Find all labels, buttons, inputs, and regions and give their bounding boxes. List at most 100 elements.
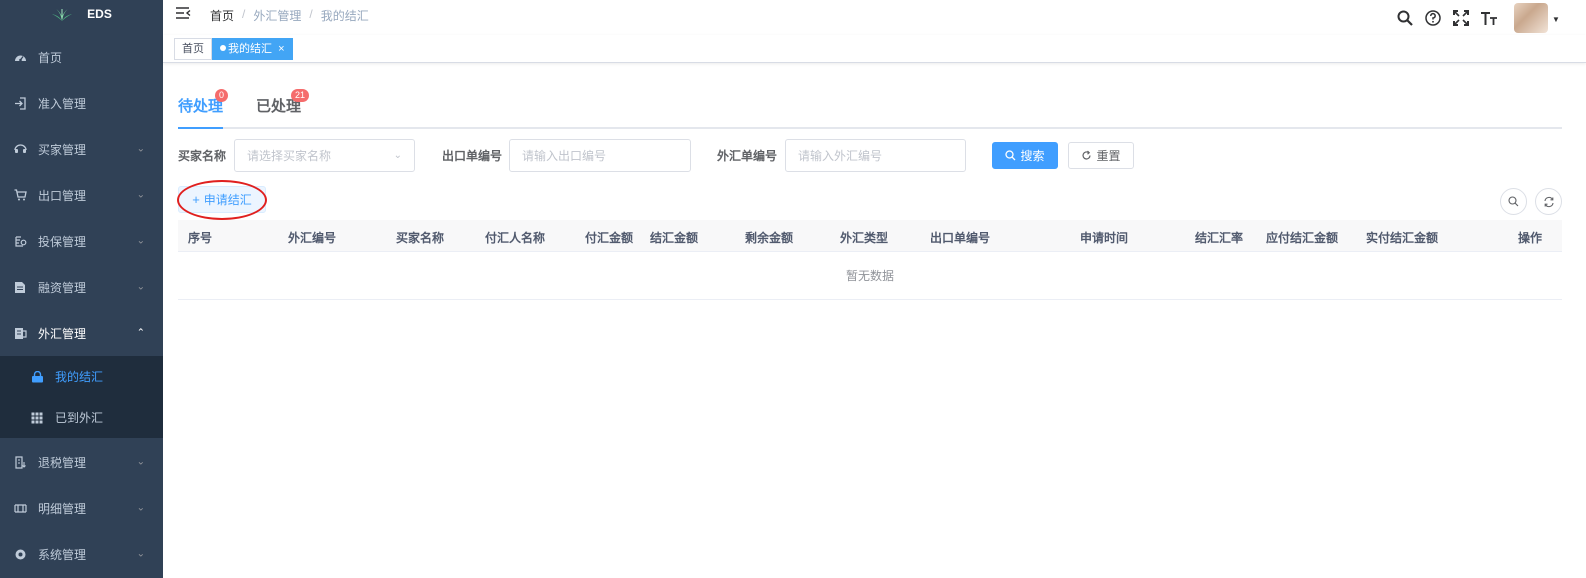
column-header: 结汇金额: [650, 231, 699, 245]
reset-button[interactable]: 重置: [1068, 142, 1134, 169]
export-no-input[interactable]: 请输入出口编号: [509, 139, 691, 172]
apply-settlement-button[interactable]: + 申请结汇: [178, 186, 266, 213]
breadcrumb-item-current: 我的结汇: [320, 9, 369, 23]
sidebar-item-label: 买家管理: [38, 142, 87, 157]
sidebar-subitem-my-settlement[interactable]: 我的结汇: [0, 356, 163, 397]
sidebar-item-access[interactable]: 准入管理: [0, 80, 163, 126]
lock-icon: [30, 370, 44, 384]
chevron-up-icon: ⌃: [136, 327, 145, 339]
sidebar-item-label: 融资管理: [38, 280, 87, 295]
column-header: 出口单编号: [930, 231, 991, 245]
detail-icon: [13, 501, 27, 515]
table-header: 序号 外汇编号 买家名称 付汇人名称 付汇金额 结汇金额 剩余金额 外汇类型 出…: [178, 220, 1562, 252]
count-badge: 21: [291, 89, 310, 102]
toggle-search-button[interactable]: [1500, 188, 1527, 215]
search-icon: [1005, 150, 1016, 161]
data-table: 序号 外汇编号 买家名称 付汇人名称 付汇金额 结汇金额 剩余金额 外汇类型 出…: [178, 220, 1562, 300]
sidebar-subitem-label: 我的结汇: [55, 370, 104, 384]
sidebar-subitem-label: 已到外汇: [55, 411, 104, 425]
reset-button-label: 重置: [1096, 149, 1121, 163]
forex-no-label: 外汇单编号: [717, 149, 778, 163]
dashboard-icon: [13, 50, 27, 64]
forex-icon: [13, 326, 27, 340]
hamburger-icon[interactable]: [175, 6, 191, 22]
sidebar-subitem-arrived-forex[interactable]: 已到外汇: [0, 397, 163, 438]
login-icon: [13, 96, 27, 110]
export-no-placeholder: 请输入出口编号: [522, 149, 607, 163]
column-header: 外汇类型: [840, 231, 889, 245]
column-header: 结汇汇率: [1195, 231, 1244, 245]
tab-pending[interactable]: 待处理 0: [178, 89, 229, 116]
column-header: 付汇金额: [585, 231, 634, 245]
help-icon[interactable]: [1424, 9, 1442, 27]
active-tab-indicator: [178, 127, 223, 129]
chevron-down-icon: ⌄: [136, 456, 145, 468]
refresh-icon: [1082, 150, 1092, 160]
plus-icon: +: [192, 192, 200, 207]
sidebar-item-finance[interactable]: 融资管理 ⌄: [0, 264, 163, 310]
sidebar-item-detail[interactable]: 明细管理 ⌄: [0, 485, 163, 531]
forex-no-input[interactable]: 请输入外汇编号: [785, 139, 966, 172]
search-form: 买家名称 请选择买家名称 ⌄ 出口单编号 请输入出口编号 外汇单编号 请输入外汇…: [178, 139, 1562, 173]
buyer-select-placeholder: 请选择买家名称: [247, 149, 332, 163]
tabs: 待处理 0 已处理 21: [178, 83, 1562, 129]
column-header: 序号: [188, 231, 213, 245]
column-header: 外汇编号: [288, 231, 337, 245]
logo[interactable]: EDS: [0, 0, 163, 28]
tag-label: 首页: [182, 43, 204, 55]
tab-processed[interactable]: 已处理 21: [256, 89, 310, 116]
grid-icon: [30, 411, 44, 425]
sidebar-item-label: 明细管理: [38, 501, 87, 516]
logo-text: EDS: [87, 7, 112, 21]
search-button[interactable]: 搜索: [992, 142, 1058, 169]
main-content: 待处理 0 已处理 21 买家名称 请选择买家名称 ⌄ 出口单编号 请输入出口编…: [163, 63, 1586, 578]
chevron-down-icon: ⌄: [136, 281, 145, 293]
breadcrumb-item-forex[interactable]: 外汇管理: [253, 7, 301, 24]
apply-button-label: 申请结汇: [203, 193, 252, 207]
column-header: 付汇人名称: [485, 231, 546, 245]
cart-icon: [13, 188, 27, 202]
chevron-down-icon: ⌄: [136, 235, 145, 247]
sidebar-item-export[interactable]: 出口管理 ⌄: [0, 172, 163, 218]
count-badge: 0: [215, 89, 229, 102]
sidebar-item-home[interactable]: 首页: [0, 34, 163, 80]
header-actions: ▼: [1386, 0, 1586, 35]
search-icon[interactable]: [1396, 9, 1414, 27]
chevron-down-icon: ⌄: [136, 502, 145, 514]
sidebar-item-forex[interactable]: 外汇管理 ⌃: [0, 310, 163, 356]
tags-view: 首页 我的结汇 ×: [163, 35, 1586, 63]
sidebar-item-label: 投保管理: [38, 234, 87, 249]
refresh-table-button[interactable]: [1535, 188, 1562, 215]
sidebar-item-label: 退税管理: [38, 455, 87, 470]
plant-logo-icon: [52, 8, 73, 21]
tag-my-settlement[interactable]: 我的结汇 ×: [212, 38, 293, 60]
export-no-label: 出口单编号: [442, 149, 503, 163]
close-icon[interactable]: ×: [278, 43, 284, 55]
forex-no-placeholder: 请输入外汇编号: [798, 149, 883, 163]
buyer-icon: [13, 142, 27, 156]
sidebar-item-system[interactable]: 系统管理 ⌄: [0, 531, 163, 577]
breadcrumb-item-home[interactable]: 首页: [210, 7, 234, 24]
search-icon: [1508, 196, 1519, 207]
column-header: 应付结汇金额: [1266, 231, 1339, 245]
submenu-forex: 我的结汇 已到外汇: [0, 356, 163, 438]
chevron-down-icon: ⌄: [136, 143, 145, 155]
tab-label: 待处理: [178, 98, 224, 115]
tag-home[interactable]: 首页: [174, 38, 212, 60]
chevron-down-icon: ⌄: [393, 150, 402, 161]
font-size-icon[interactable]: [1480, 9, 1498, 27]
gear-icon: [13, 547, 27, 561]
sidebar-item-buyer[interactable]: 买家管理 ⌄: [0, 126, 163, 172]
active-dot-icon: [220, 45, 226, 51]
tax-refund-icon: [13, 455, 27, 469]
fullscreen-icon[interactable]: [1452, 9, 1470, 27]
tag-label: 我的结汇: [228, 43, 272, 55]
sidebar-item-insurance[interactable]: 投保管理 ⌄: [0, 218, 163, 264]
avatar[interactable]: [1514, 2, 1548, 33]
sidebar-item-tax-refund[interactable]: 退税管理 ⌄: [0, 439, 163, 485]
refresh-icon: [1543, 196, 1554, 207]
buyer-select[interactable]: 请选择买家名称 ⌄: [234, 139, 415, 172]
breadcrumb-separator: /: [242, 7, 246, 21]
caret-down-icon[interactable]: ▼: [1550, 12, 1562, 24]
breadcrumb: 首页 / 外汇管理 / 我的结汇: [210, 7, 369, 24]
